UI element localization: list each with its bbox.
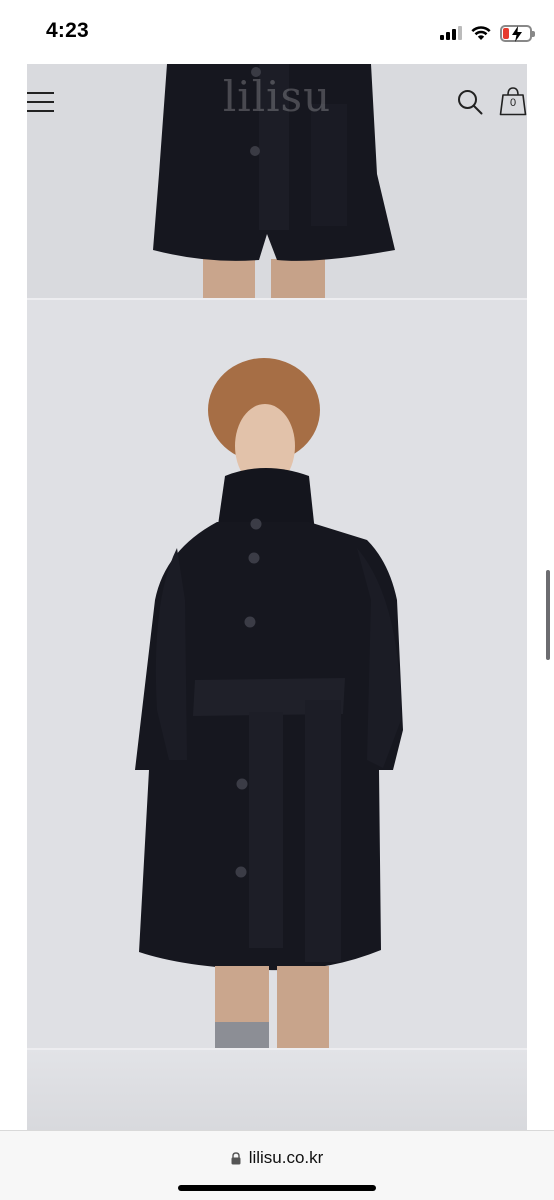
site-logo[interactable]: lilisu	[27, 72, 527, 121]
status-icons	[440, 22, 535, 44]
cart-count: 0	[509, 97, 517, 109]
lock-icon	[231, 1151, 241, 1164]
phone-screen: 4:23 lilisu 0 lilisu.co.kr	[0, 0, 554, 1200]
shopping-bag-icon[interactable]: 0	[499, 86, 527, 116]
home-indicator[interactable]	[178, 1185, 376, 1191]
search-icon[interactable]	[457, 89, 483, 115]
wifi-icon	[471, 26, 491, 40]
url-display[interactable]: lilisu.co.kr	[0, 1148, 554, 1168]
next-product-photo[interactable]	[27, 1050, 527, 1130]
product-gallery[interactable]	[27, 64, 527, 1130]
battery-charging-icon	[500, 24, 535, 42]
site-header: lilisu 0	[27, 64, 527, 140]
url-text: lilisu.co.kr	[248, 1148, 324, 1167]
scroll-indicator[interactable]	[546, 570, 550, 660]
cellular-signal-icon	[440, 26, 462, 40]
status-bar: 4:23	[0, 0, 554, 64]
status-time: 4:23	[46, 19, 89, 42]
model-in-coat-photo[interactable]	[27, 300, 527, 1048]
browser-address-bar[interactable]: lilisu.co.kr	[0, 1130, 554, 1200]
